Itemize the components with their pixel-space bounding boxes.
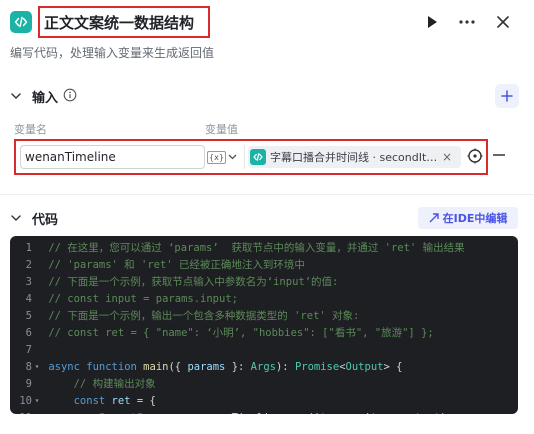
code-line[interactable]: 9 // 构建输出对象 <box>10 375 518 392</box>
value-type-select[interactable]: {x} <box>207 145 245 169</box>
reference-label: 字幕口播合并时间线 · secondIt… <box>270 151 438 164</box>
info-icon[interactable] <box>63 88 77 102</box>
input-section-title: 输入 <box>32 91 59 106</box>
target-icon[interactable] <box>466 147 484 165</box>
remove-variable-button[interactable] <box>492 148 506 162</box>
code-token: ): <box>275 360 295 373</box>
code-line[interactable]: 6 // const ret = { "name": ‘小明’, "hobbie… <box>10 324 518 341</box>
edit-in-ide-button[interactable]: 在IDE中编辑 <box>418 207 518 229</box>
collapse-code-toggle[interactable] <box>8 210 24 226</box>
line-number: 8 <box>25 360 32 373</box>
line-number: 3 <box>25 275 32 288</box>
code-token: // const ret = { "name": ‘小明’, "hobbies"… <box>42 327 434 339</box>
code-token: params <box>187 360 226 373</box>
code-token: Promise <box>294 360 340 373</box>
chevron-down-icon <box>11 215 21 221</box>
code-line[interactable]: 11 "scrpt": params.wenanTimeline.map(ite… <box>10 409 518 415</box>
play-icon <box>428 16 437 28</box>
code-token: // const input = params.input; <box>42 292 238 305</box>
code-token: ({ <box>168 360 188 373</box>
line-number: 9 <box>25 377 32 390</box>
run-button[interactable] <box>420 10 444 34</box>
code-line[interactable]: 8 ▾ async function main({ params }: Args)… <box>10 358 518 375</box>
line-number: 10 <box>19 394 32 407</box>
expand-icon <box>429 213 439 223</box>
code-line[interactable]: 3 // 下面是一个示例，获取节点输入中参数名为‘input’的值: <box>10 273 518 290</box>
code-token: function <box>86 360 137 373</box>
close-button[interactable] <box>491 10 515 34</box>
fold-toggle-icon[interactable]: ▾ <box>32 362 42 371</box>
input-section-header: 输入 <box>0 82 534 110</box>
code-token: ret <box>111 394 131 407</box>
code-node-icon <box>250 149 266 165</box>
code-token: : params.wenanTimeline.map(item => item.… <box>143 412 446 415</box>
code-token: > { <box>383 360 403 373</box>
code-token: // 'params' 和 'ret' 已经被正确地注入到环境中 <box>42 259 305 271</box>
code-token: // 下面是一个示例，获取节点输入中参数名为‘input’的值: <box>42 276 339 288</box>
code-token: async <box>48 360 80 373</box>
more-icon <box>459 20 475 24</box>
code-token: main <box>143 360 169 373</box>
node-header: 正文文案统一数据结构 编写代码，处理输入变量来生成返回值 <box>0 0 534 70</box>
code-token: Args <box>250 360 276 373</box>
add-input-button[interactable] <box>495 84 519 108</box>
code-token: // 下面是一个示例，输出一个包含多种数据类型的 'ret' 对象: <box>42 310 360 322</box>
plus-icon <box>501 90 513 102</box>
edit-in-ide-label: 在IDE中编辑 <box>442 212 508 225</box>
line-number: 11 <box>10 412 32 415</box>
line-number: 4 <box>25 292 32 305</box>
line-number: 5 <box>25 309 32 322</box>
section-divider <box>0 194 534 195</box>
close-icon <box>497 16 509 28</box>
node-title-field[interactable]: 正文文案统一数据结构 <box>38 6 210 38</box>
line-number: 7 <box>25 343 32 356</box>
code-token: "scrpt" <box>99 412 143 415</box>
code-editor[interactable]: 1 // 在这里，您可以通过 ‘params’ 获取节点中的输入变量，并通过 '… <box>10 236 518 414</box>
code-line[interactable]: 7 <box>10 341 518 358</box>
code-section-title: 代码 <box>32 213 59 228</box>
input-variable-row: wenanTimeline {x} 字幕口播合并时间线 · secondIt… … <box>14 139 488 175</box>
more-button[interactable] <box>455 10 479 34</box>
code-line[interactable]: 10 ▾ const ret = { <box>10 392 518 409</box>
variable-name-input[interactable]: wenanTimeline <box>20 145 205 169</box>
minus-icon <box>493 154 505 156</box>
code-line[interactable]: 5 // 下面是一个示例，输出一个包含多种数据类型的 'ret' 对象: <box>10 307 518 324</box>
collapse-input-toggle[interactable] <box>8 88 24 104</box>
line-number: 6 <box>25 326 32 339</box>
code-token: }: <box>225 360 251 373</box>
column-variable-name: 变量名 <box>14 123 47 136</box>
line-number: 2 <box>25 258 32 271</box>
chevron-down-icon <box>228 154 237 160</box>
code-line[interactable]: 2 // 'params' 和 'ret' 已经被正确地注入到环境中 <box>10 256 518 273</box>
fold-toggle-icon[interactable]: ▾ <box>32 396 42 405</box>
code-line[interactable]: 4 // const input = params.input; <box>10 290 518 307</box>
code-token: // 构建输出对象 <box>42 378 156 390</box>
chevron-down-icon <box>11 93 21 99</box>
code-token: // 在这里，您可以通过 ‘params’ 获取节点中的输入变量，并通过 're… <box>42 242 465 254</box>
reference-value-chip[interactable]: 字幕口播合并时间线 · secondIt… × <box>248 146 461 168</box>
code-node-icon <box>10 11 32 33</box>
code-token: Output <box>345 360 384 373</box>
clear-reference-icon[interactable]: × <box>442 150 452 164</box>
node-title: 正文文案统一数据结构 <box>44 13 195 32</box>
code-token: = { <box>130 394 156 407</box>
code-token: const <box>73 394 106 407</box>
code-line[interactable]: 1 // 在这里，您可以通过 ‘params’ 获取节点中的输入变量，并通过 '… <box>10 239 518 256</box>
column-variable-value: 变量值 <box>205 123 238 136</box>
variable-type-icon: {x} <box>207 150 226 164</box>
line-number: 1 <box>25 241 32 254</box>
node-description: 编写代码，处理输入变量来生成返回值 <box>10 46 215 60</box>
